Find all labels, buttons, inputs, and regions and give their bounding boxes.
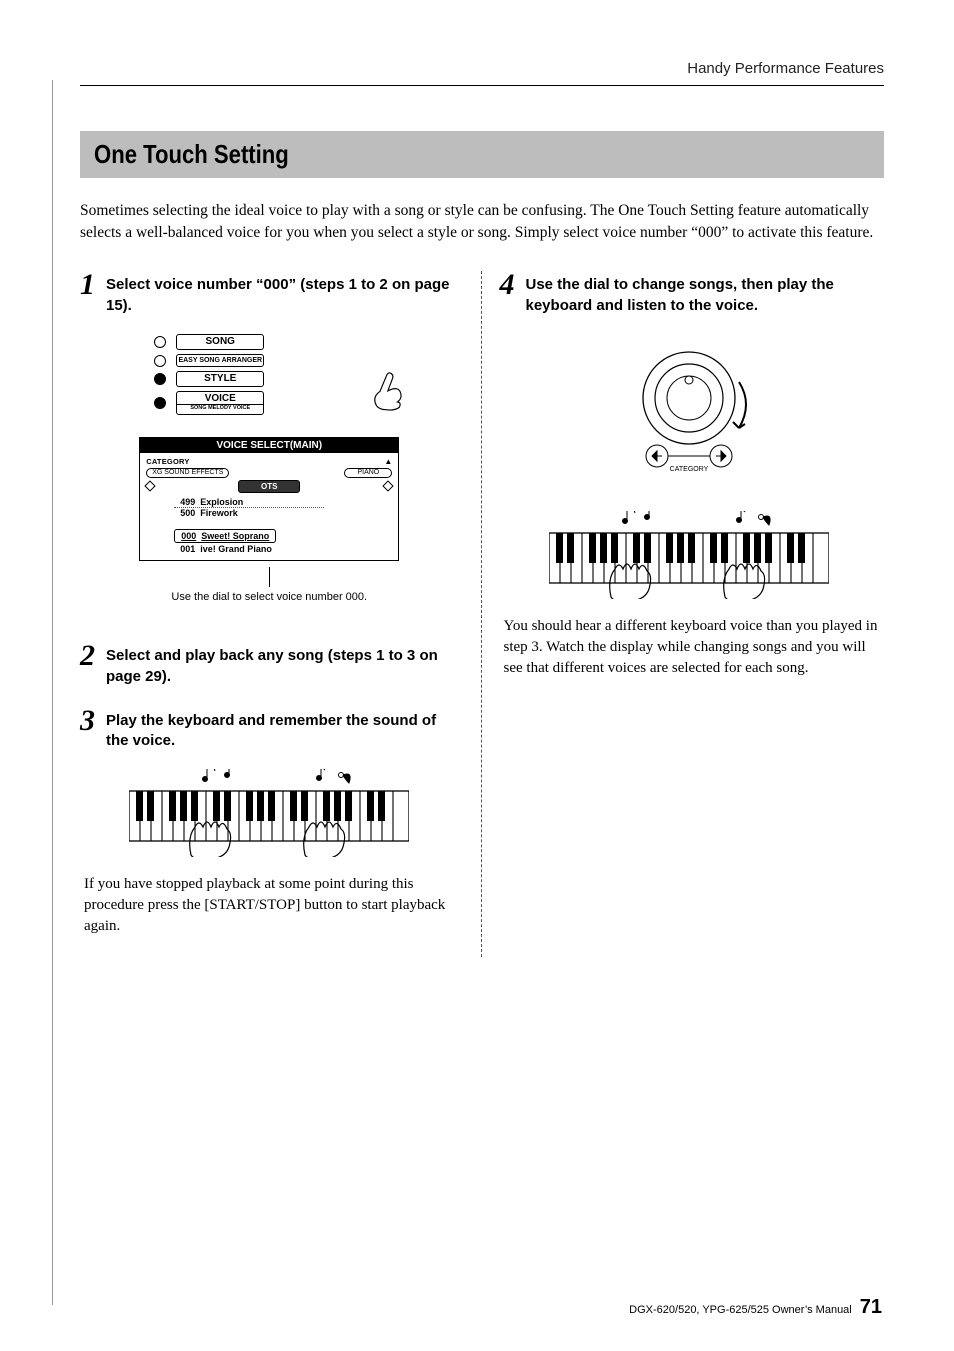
right-diamond-icon bbox=[383, 481, 394, 492]
caption-connector bbox=[269, 567, 270, 587]
page-number: 71 bbox=[860, 1296, 882, 1319]
keyboard-hands-figure bbox=[80, 769, 459, 862]
section-title: One Touch Setting bbox=[94, 139, 754, 170]
voice-button-label: VOICE bbox=[205, 393, 236, 404]
section-title-bar: One Touch Setting bbox=[80, 131, 884, 178]
step-number: 3 bbox=[80, 707, 100, 734]
intro-text: Sometimes selecting the ideal voice to p… bbox=[80, 200, 884, 243]
song-melody-sublabel: SONG MELODY VOICE bbox=[177, 404, 263, 412]
step-number: 4 bbox=[500, 271, 520, 298]
step-4: 4 Use the dial to change songs, then pla… bbox=[500, 271, 879, 679]
left-category-pill: XG SOUND EFFECTS bbox=[146, 468, 229, 478]
keyboard-hands-figure-small bbox=[500, 511, 879, 604]
step-3-body: If you have stopped playback at some poi… bbox=[80, 874, 459, 937]
category-label: CATEGORY bbox=[146, 457, 189, 466]
step-number: 1 bbox=[80, 271, 100, 298]
step-text: Play the keyboard and remember the sound… bbox=[106, 707, 459, 752]
dial-figure: CATEGORY bbox=[500, 338, 879, 493]
voice-list-row: 500 Firework bbox=[174, 508, 392, 518]
song-button: SONG bbox=[176, 334, 264, 350]
ots-indicator: OTS bbox=[238, 480, 300, 493]
voice-button: VOICE SONG MELODY VOICE bbox=[176, 391, 264, 415]
figure-caption: Use the dial to select voice number 000. bbox=[80, 591, 459, 605]
footer-model: DGX-620/520, YPG-625/525 Owner’s Manual bbox=[629, 1304, 852, 1316]
mode-button-figure: SONG EASY SONG ARRANGER STYLE VOICE SONG… bbox=[154, 334, 384, 415]
step-text: Select voice number “000” (steps 1 to 2 … bbox=[106, 271, 459, 316]
step-1: 1 Select voice number “000” (steps 1 to … bbox=[80, 271, 459, 604]
lcd-screen-figure: VOICE SELECT(MAIN) CATEGORY ▲ XG SOUND E… bbox=[139, 437, 399, 561]
left-diamond-icon bbox=[145, 481, 156, 492]
page-footer: DGX-620/520, YPG-625/525 Owner’s Manual … bbox=[629, 1296, 882, 1319]
right-category-pill: PIANO bbox=[344, 468, 392, 478]
header-rule bbox=[80, 85, 884, 86]
easy-song-button: EASY SONG ARRANGER bbox=[176, 354, 264, 367]
step-text: Select and play back any song (steps 1 t… bbox=[106, 642, 459, 687]
voice-list-row: 001 ive! Grand Piano bbox=[174, 544, 392, 554]
category-label: CATEGORY bbox=[669, 466, 708, 473]
voice-led bbox=[154, 397, 166, 409]
step-text: Use the dial to change songs, then play … bbox=[526, 271, 879, 316]
step-number: 2 bbox=[80, 642, 100, 669]
voice-list-row: 499 Explosion bbox=[174, 497, 324, 508]
step-4-body: You should hear a different keyboard voi… bbox=[500, 616, 879, 679]
easy-led bbox=[154, 355, 166, 367]
lcd-header: VOICE SELECT(MAIN) bbox=[140, 438, 398, 453]
song-led bbox=[154, 336, 166, 348]
step-2: 2 Select and play back any song (steps 1… bbox=[80, 642, 459, 687]
chapter-title: Handy Performance Features bbox=[80, 60, 884, 77]
style-led bbox=[154, 373, 166, 385]
step-3: 3 Play the keyboard and remember the sou… bbox=[80, 707, 459, 938]
voice-list-row-selected: 000 Sweet! Soprano bbox=[174, 529, 276, 543]
style-button: STYLE bbox=[176, 371, 264, 387]
